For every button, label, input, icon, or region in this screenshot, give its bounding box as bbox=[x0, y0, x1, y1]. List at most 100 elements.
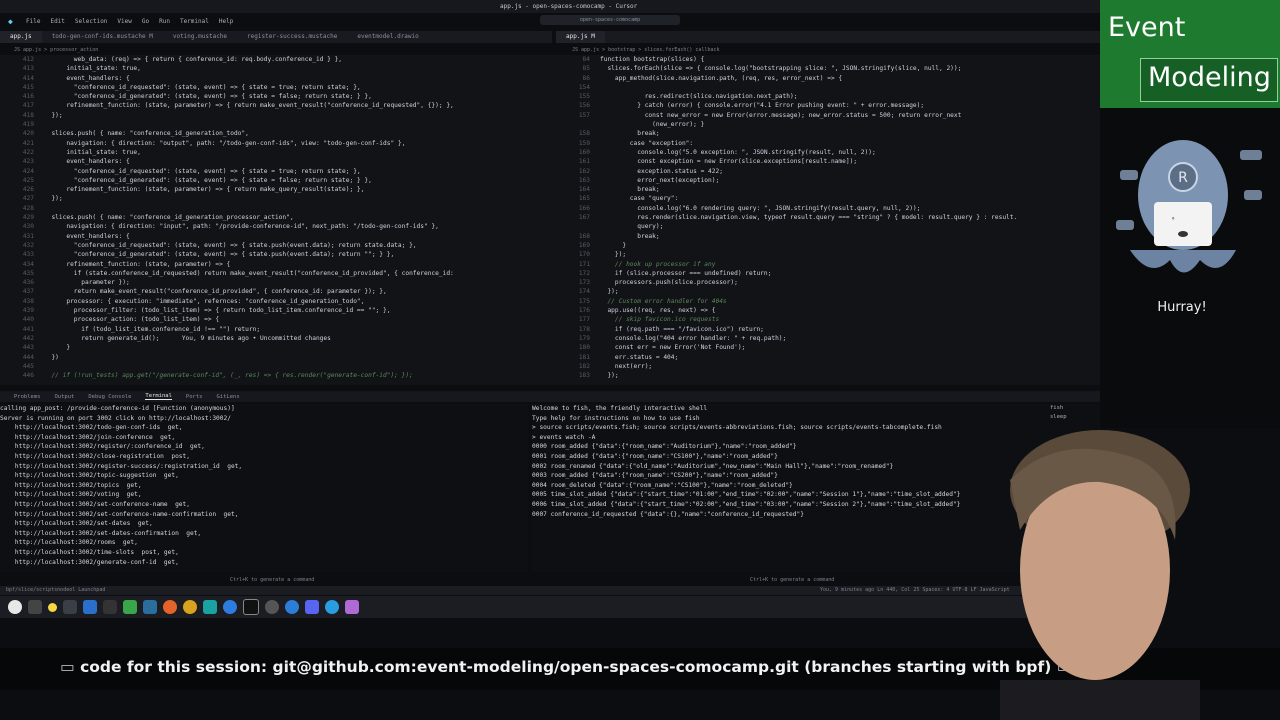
status-bar: bpf/slice/scriptsnodeol Launchpad You, 9… bbox=[0, 586, 1100, 595]
start-menu-icon[interactable] bbox=[8, 600, 22, 614]
app-teal-icon[interactable] bbox=[203, 600, 217, 614]
code-line: 163 error_next(exception); bbox=[556, 176, 1100, 185]
session-banner: ▭ code for this session: git@github.com:… bbox=[60, 658, 1071, 676]
code-text: console.log("6.0 rendering query: ", JSO… bbox=[600, 204, 921, 212]
code-line: 177 // skip favicon.ico requests bbox=[556, 315, 1100, 324]
discord-icon[interactable] bbox=[305, 600, 319, 614]
left-tab[interactable]: voting.mustache bbox=[163, 31, 237, 43]
line-number: 436 bbox=[22, 279, 34, 287]
code-line: (new_error); } bbox=[556, 120, 1100, 129]
menu-item-selection[interactable]: Selection bbox=[75, 18, 108, 28]
app-blue-icon[interactable] bbox=[223, 600, 237, 614]
panel-tabs: Problems Output Debug Console Terminal Ports… bbox=[0, 391, 1114, 402]
menu-item-file[interactable]: File bbox=[26, 18, 40, 28]
code-text: case "query": bbox=[600, 195, 679, 203]
code-line: 412 web_data: (req) => { return { confer… bbox=[0, 55, 556, 64]
line-number: 84 bbox=[582, 56, 590, 63]
code-text: navigation: { direction: "input", path: … bbox=[44, 223, 439, 231]
play-icon[interactable] bbox=[103, 600, 117, 614]
files-icon[interactable] bbox=[83, 600, 97, 614]
cursor-app-icon[interactable] bbox=[243, 599, 259, 615]
line-number: 416 bbox=[22, 93, 34, 101]
menu-item-view[interactable]: View bbox=[117, 18, 131, 28]
folder-icon[interactable] bbox=[143, 600, 157, 614]
code-line: 423 event_handlers: { bbox=[0, 157, 556, 166]
line-number: 159 bbox=[578, 139, 590, 147]
code-text: const exception = new Error(slice.except… bbox=[600, 158, 858, 166]
mascot-image: R ﾟ bbox=[1116, 140, 1262, 273]
code-text: // Custom error handler for 404s bbox=[600, 297, 727, 305]
left-code-editor[interactable]: 412 web_data: (req) => { return { confer… bbox=[0, 55, 556, 385]
panel-tab-terminal[interactable]: Terminal bbox=[145, 393, 172, 400]
line-number: 156 bbox=[578, 102, 590, 110]
code-line: 431 event_handlers: { bbox=[0, 232, 556, 241]
code-text: next(err); bbox=[600, 362, 653, 370]
line-number: 440 bbox=[22, 316, 34, 324]
menu-item-terminal[interactable]: Terminal bbox=[180, 18, 209, 28]
line-number: 178 bbox=[578, 325, 590, 333]
firefox-icon[interactable] bbox=[163, 600, 177, 614]
line-number: 170 bbox=[578, 251, 590, 259]
code-text: error_next(exception); bbox=[600, 176, 720, 184]
terminal-line: http://localhost:3002/close-registration… bbox=[0, 452, 190, 460]
line-number: 177 bbox=[578, 316, 590, 324]
github-icon[interactable] bbox=[265, 600, 279, 614]
code-line: 172 if (slice.processor === undefined) r… bbox=[556, 269, 1100, 278]
code-text: if (state.conference_id_requested) retur… bbox=[44, 269, 454, 277]
code-text: }); bbox=[600, 288, 619, 296]
terminal-left[interactable]: calling app_post: /provide-conference-id… bbox=[0, 404, 528, 572]
menu-item-edit[interactable]: Edit bbox=[50, 18, 64, 28]
panel-tab-output[interactable]: Output bbox=[55, 394, 75, 400]
line-number: 426 bbox=[22, 186, 34, 194]
code-text: const err = new Error('Not Found'); bbox=[600, 344, 746, 352]
code-text: "conference_id_requested": (state, event… bbox=[44, 167, 361, 175]
code-line: 159 case "exception": bbox=[556, 139, 1100, 148]
panel-tab-problems[interactable]: Problems bbox=[14, 394, 41, 400]
code-line: 434 refinement_function: (state, paramet… bbox=[0, 260, 556, 269]
code-line: 436 parameter }); bbox=[0, 278, 556, 287]
line-number: 163 bbox=[578, 176, 590, 184]
terminal-line: http://localhost:3002/join-conference ge… bbox=[0, 433, 176, 441]
logo-ent: ent bbox=[1141, 12, 1186, 43]
line-number: 157 bbox=[578, 111, 590, 119]
svg-text:ﾟ: ﾟ bbox=[1172, 217, 1177, 229]
left-tab[interactable]: app.js bbox=[0, 31, 42, 43]
app-purple-icon[interactable] bbox=[345, 600, 359, 614]
line-number: 420 bbox=[22, 130, 34, 138]
code-line: 429 slices.push( { name: "conference_id_… bbox=[0, 213, 556, 222]
panel-tab-gitlens[interactable]: GitLens bbox=[216, 394, 239, 400]
terminal-line: http://localhost:3002/set-dates-confirma… bbox=[0, 529, 202, 537]
panel-tab-debug-console[interactable]: Debug Console bbox=[88, 394, 131, 400]
menu-item-run[interactable]: Run bbox=[159, 18, 170, 28]
panel-tab-ports[interactable]: Ports bbox=[186, 394, 203, 400]
hurray-label: Hurray! bbox=[1157, 300, 1207, 315]
line-number: 431 bbox=[22, 232, 34, 240]
globe-icon[interactable] bbox=[325, 600, 339, 614]
code-text: query); bbox=[600, 223, 664, 231]
line-number: 419 bbox=[22, 121, 34, 129]
right-tab[interactable]: app.js M bbox=[556, 31, 605, 43]
dot-icon[interactable] bbox=[48, 602, 57, 612]
chrome-icon[interactable] bbox=[183, 600, 197, 614]
line-number: 85 bbox=[582, 65, 590, 73]
line-number: 417 bbox=[22, 102, 34, 110]
menu-item-go[interactable]: Go bbox=[142, 18, 149, 28]
code-text: function bootstrap(slices) { bbox=[600, 56, 705, 63]
pen-icon[interactable] bbox=[28, 600, 42, 614]
code-line: 176 app.use((req, res, next) => { bbox=[556, 306, 1100, 315]
right-code-editor[interactable]: 84 function bootstrap(slices) {85 slices.… bbox=[556, 55, 1100, 385]
terminal-icon[interactable] bbox=[63, 600, 77, 614]
left-tab[interactable]: todo-gen-conf-ids.mustache M bbox=[42, 31, 163, 43]
terminal-line: http://localhost:3002/topics get, bbox=[0, 481, 142, 489]
command-search[interactable]: open-spaces-comocamp bbox=[540, 15, 680, 25]
code-line: 437 return make_event_result("conference… bbox=[0, 287, 556, 296]
left-tab[interactable]: register-success.mustache bbox=[237, 31, 347, 43]
app-green-icon[interactable] bbox=[123, 600, 137, 614]
settings-icon[interactable] bbox=[285, 600, 299, 614]
code-line: 416 "conference_id_generated": (state, e… bbox=[0, 92, 556, 101]
code-line: 155 res.redirect(slice.navigation.next_p… bbox=[556, 92, 1100, 101]
terminal-list-item[interactable]: fish bbox=[1050, 404, 1096, 413]
menu-item-help[interactable]: Help bbox=[219, 18, 233, 28]
left-tab[interactable]: eventmodel.drawio bbox=[347, 31, 428, 43]
code-text: "conference_id_requested": (state, event… bbox=[44, 83, 361, 91]
